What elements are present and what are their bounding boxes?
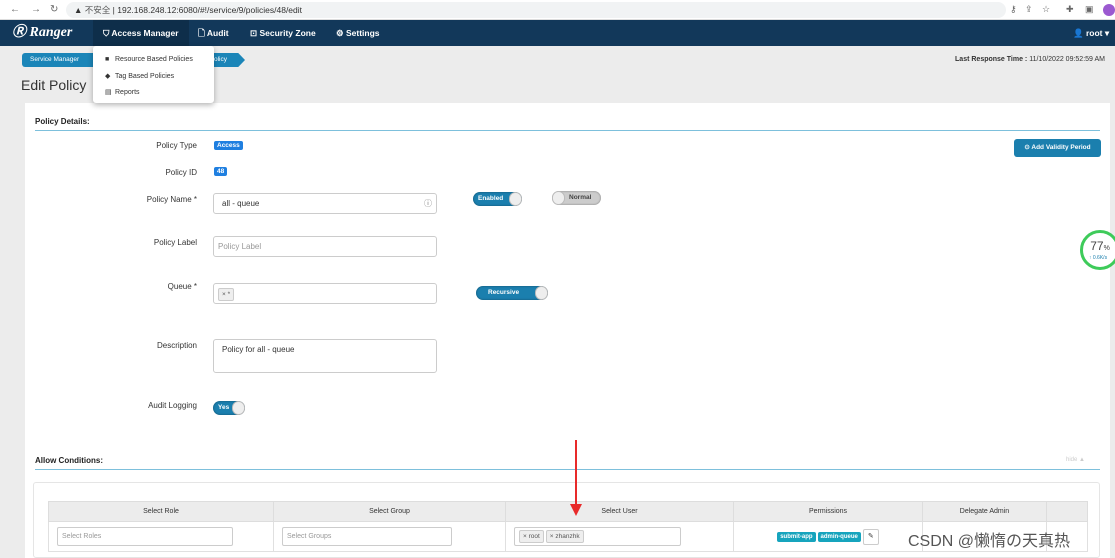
access-manager-dropdown: ■ Resource Based Policies ◆ Tag Based Poli… [93,46,214,103]
select-roles-input[interactable]: Select Roles [57,527,233,546]
edit-permissions-pencil-icon[interactable]: ✎ [862,528,879,545]
divider [35,469,1100,470]
star-icon[interactable]: ☆ [1042,4,1050,15]
audit-logging-toggle[interactable]: Yes [213,401,245,415]
queue-input[interactable]: × * [213,283,437,304]
user-chip[interactable]: × root [519,530,544,543]
user-chip[interactable]: × zhanzhk [545,530,584,543]
sidepanel-icon[interactable]: ▣ [1085,4,1094,15]
policy-name-label: Policy Name * [146,195,197,204]
recursive-toggle[interactable]: Recursive [476,286,548,300]
navbar: Ⓡ Ranger ⛉ Access Manager 🗋 Audit ⊡ Secu… [0,20,1115,46]
info-icon: ⓘ [424,199,432,208]
menu-item-resource-policies[interactable]: ■ Resource Based Policies [93,52,214,69]
policy-id-badge: 48 [214,167,228,176]
back-icon[interactable]: ← [10,4,20,15]
allow-conditions-heading: Allow Conditions: [35,456,103,465]
nav-audit[interactable]: 🗋 Audit [198,20,229,46]
network-gauge: 77% ↑ 0.6K/s [1080,230,1115,270]
ranger-logo[interactable]: Ⓡ Ranger [12,20,72,46]
nav-access-manager[interactable]: ⛉ Access Manager [93,20,189,46]
policy-label-input[interactable]: Policy Label [213,236,437,257]
col-select-group: Select Group [273,501,506,522]
col-actions [1046,501,1088,522]
file-icon: 🗋 [198,28,207,38]
annotation-arrowhead [570,504,582,516]
gear-icon: ⚙ [336,28,346,38]
nav-settings[interactable]: ⚙ Settings [336,20,380,46]
permission-badge: submit-app [777,531,816,542]
select-users-input[interactable]: × root × zhanzhk [514,527,681,546]
queue-chip[interactable]: × * [218,288,235,301]
extensions-icon[interactable]: ✚ [1066,4,1074,15]
enabled-toggle[interactable]: Enabled [473,192,522,206]
normal-toggle[interactable]: Normal [552,191,601,205]
policy-label-label: Policy Label [153,238,197,247]
profile-avatar[interactable] [1103,4,1115,16]
reload-icon[interactable]: ↻ [50,4,58,15]
permission-badge: admin-queue [817,531,861,542]
forward-icon[interactable]: → [31,4,41,15]
user-icon: 👤 [1073,28,1086,38]
hide-toggle[interactable]: hide ▲ [1066,457,1085,463]
user-menu[interactable]: 👤 root ▾ [1073,20,1109,46]
audit-logging-label: Audit Logging [148,401,197,410]
share-icon[interactable]: ⇪ [1025,4,1033,15]
queue-label: Queue * [167,282,197,291]
col-delegate-admin: Delegate Admin [922,501,1047,522]
watermark: CSDN @懒惰の天真热 [908,533,1071,550]
key-icon[interactable]: ⚷ [1010,4,1017,15]
policy-type-label: Policy Type [156,141,197,150]
annotation-arrow [575,440,577,510]
policy-name-input[interactable]: all - queue ⓘ [213,193,437,214]
address-bar[interactable]: ▲ 不安全 | 192.168.248.12:6080/#!/service/9… [66,2,1006,18]
add-validity-period-button[interactable]: ⊙ Add Validity Period [1014,139,1101,157]
nav-security-zone[interactable]: ⊡ Security Zone [250,20,316,46]
select-groups-input[interactable]: Select Groups [282,527,452,546]
report-icon: ▤ [105,89,112,96]
menu-item-reports[interactable]: ▤ Reports [93,85,214,102]
page-title: Edit Policy [21,77,87,93]
tag-icon: ◆ [105,72,111,80]
browser-toolbar: ← → ↻ ▲ 不安全 | 192.168.248.12:6080/#!/ser… [0,0,1115,20]
menu-item-tag-policies[interactable]: ◆ Tag Based Policies [93,69,214,86]
policy-type-badge: Access [214,141,243,150]
col-permissions: Permissions [733,501,923,522]
divider [35,130,1100,131]
warning-icon: ▲ [74,5,85,15]
col-select-role: Select Role [48,501,274,522]
description-label: Description [156,341,197,350]
policy-id-label: Policy ID [165,168,197,177]
last-response-time: Last Response Time : 11/10/2022 09:52:59… [955,56,1105,63]
col-select-user: Select User [505,501,734,522]
policy-details-heading: Policy Details: [35,117,90,126]
file-icon: ■ [105,56,110,63]
description-textarea[interactable]: Policy for all - queue [213,339,437,373]
